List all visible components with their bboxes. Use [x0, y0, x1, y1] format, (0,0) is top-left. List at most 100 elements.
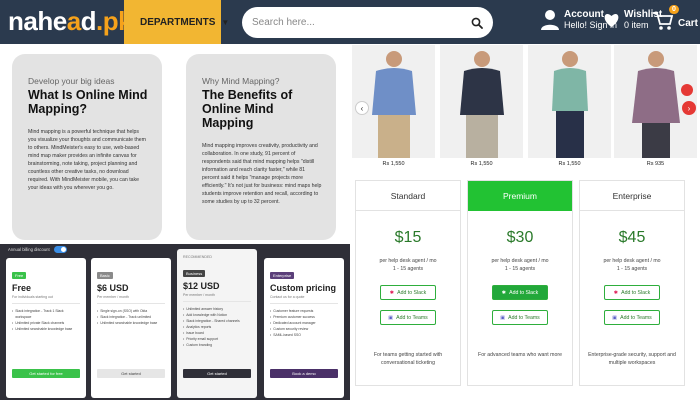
product-price: Rs 935: [646, 161, 665, 167]
search-button[interactable]: [466, 12, 487, 33]
departments-button[interactable]: DEPARTMENTS ▼: [124, 0, 229, 44]
add-to-slack-button[interactable]: ✱ Add to Slack: [492, 285, 548, 300]
plan-desc: per help desk agent / mo 1 - 15 agents: [468, 257, 572, 273]
product-image[interactable]: [528, 45, 611, 158]
divider: [12, 303, 80, 304]
plan-desc-line: 1 - 15 agents: [616, 266, 648, 272]
tier-sub: Contact us for a quote: [270, 295, 305, 299]
teams-icon: ▣: [612, 314, 618, 321]
get-started-free-button[interactable]: Get started for free: [12, 369, 80, 378]
get-started-basic-button[interactable]: Get started: [97, 369, 165, 378]
feature-text: Custom branding: [186, 343, 213, 347]
teams-icon: ▣: [388, 314, 394, 321]
cart-icon-wrap: 0: [652, 5, 679, 36]
tier-price: $12 USD: [183, 281, 220, 291]
product-price: Rs 1,550: [470, 161, 493, 167]
bullet-icon: •: [183, 343, 185, 347]
mindmap-card-what: Develop your big ideas What Is Online Mi…: [12, 54, 162, 240]
book-demo-button[interactable]: Book a demo: [270, 369, 338, 378]
plan-footer: Enterprise-grade security, support and m…: [588, 352, 676, 366]
cart-icon: [653, 12, 674, 30]
cart-link[interactable]: 0 Cart: [652, 5, 698, 36]
mindmap-title: The Benefits of Online Mind Mapping: [202, 88, 293, 130]
billing-toggle[interactable]: [53, 246, 67, 253]
feature-item: • Unlimited searchable knowledge base: [97, 320, 165, 326]
slack-icon: ✱: [501, 289, 507, 296]
tier-sub: Per member / month: [97, 295, 129, 299]
search-icon: [471, 17, 483, 29]
slack-icon: ✱: [389, 289, 395, 296]
chevron-left-icon: ‹: [360, 103, 364, 113]
button-label: Add to Slack: [621, 289, 651, 296]
product-image[interactable]: [440, 45, 523, 158]
logo-text-a: a: [66, 6, 81, 36]
plan-price: $15: [394, 229, 422, 246]
plan-card-enterprise: Enterprise $45 per help desk agent / mo …: [579, 180, 685, 386]
billing-toggle-row: Annual billing discount: [8, 246, 67, 253]
feature-text: Unlimited searchable knowledge base: [15, 327, 73, 331]
button-label: Add to Teams: [396, 314, 428, 321]
add-to-teams-button[interactable]: ▣ Add to Teams: [604, 310, 660, 325]
caret-down-icon: ▼: [221, 17, 230, 27]
departments-label: DEPARTMENTS: [140, 16, 216, 28]
carousel-next-button[interactable]: ›: [682, 101, 696, 115]
product-card[interactable]: Rs 1,550: [440, 45, 523, 173]
add-to-slack-button[interactable]: ✱ Add to Slack: [380, 285, 436, 300]
divider: [183, 301, 251, 302]
site-header: nahead.pk DEPARTMENTS ▼ Account Hello! S…: [0, 0, 700, 44]
button-label: Add to Teams: [620, 314, 652, 321]
plan-card-standard: Standard $15 per help desk agent / mo 1 …: [355, 180, 461, 386]
plan-desc-line: per help desk agent / mo: [379, 258, 437, 264]
tier-price: Free: [12, 283, 32, 293]
plan-card-premium: Premium $30 per help desk agent / mo 1 -…: [467, 180, 573, 386]
pricing-card-business: RECOMMENDED Business $12 USD Per member …: [177, 249, 257, 398]
billing-toggle-label: Annual billing discount: [8, 247, 50, 252]
feature-item: • Slack integration - Track 1 Slack works…: [12, 308, 80, 320]
plan-name: Premium: [468, 181, 572, 211]
bullet-icon: •: [270, 333, 272, 337]
mindmap-eyebrow: Develop your big ideas: [28, 76, 115, 86]
tier-sub: For individuals starting out: [12, 295, 53, 299]
feature-item: • Unlimited searchable knowledge base: [12, 326, 80, 332]
chevron-right-icon: ›: [687, 103, 691, 113]
divider: [270, 303, 338, 304]
model-figure: [552, 51, 588, 158]
search-input[interactable]: [242, 17, 457, 28]
plan-desc-line: per help desk agent / mo: [603, 258, 661, 264]
site-logo[interactable]: nahead.pk: [8, 6, 133, 37]
tier-price: $6 USD: [97, 283, 129, 293]
bullet-icon: •: [12, 327, 14, 331]
mindmap-body: Mind mapping improves creativity, produc…: [202, 143, 322, 205]
feature-text: Unlimited searchable knowledge base: [100, 321, 158, 325]
tier-price: Custom pricing: [270, 283, 337, 293]
tier-badge: Business: [183, 270, 206, 277]
feature-item: • Custom branding: [183, 342, 251, 348]
pricing-card-enterprise: Enterprise Custom pricing Contact us for…: [264, 258, 344, 398]
logo-text-d: d: [80, 6, 97, 36]
product-price: Rs 1,550: [558, 161, 581, 167]
heart-icon: [604, 14, 619, 27]
carousel-edge-indicator: [681, 84, 693, 96]
plan-desc-line: 1 - 15 agents: [504, 266, 536, 272]
product-card[interactable]: Rs 1,550: [528, 45, 611, 173]
bullet-icon: •: [12, 309, 14, 313]
get-started-business-button[interactable]: Get started: [183, 369, 251, 378]
add-to-slack-button[interactable]: ✱ Add to Slack: [604, 285, 660, 300]
plan-desc: per help desk agent / mo 1 - 15 agents: [356, 257, 460, 273]
plan-price: $45: [618, 229, 646, 246]
add-to-teams-button[interactable]: ▣ Add to Teams: [492, 310, 548, 325]
search-bar: [242, 7, 493, 38]
feature-text: SAML-based SSO: [273, 333, 301, 337]
tier-badge: Enterprise: [270, 272, 295, 279]
carousel-prev-button[interactable]: ‹: [355, 101, 369, 115]
slack-icon: ✱: [613, 289, 619, 296]
plan-price: $30: [506, 229, 534, 246]
mindmap-eyebrow: Why Mind Mapping?: [202, 76, 280, 86]
plan-desc-line: 1 - 15 agents: [392, 266, 424, 272]
mindmap-body: Mind mapping is a powerful technique tha…: [28, 129, 146, 191]
feature-item: • SAML-based SSO: [270, 332, 338, 338]
button-label: Add to Teams: [508, 314, 540, 321]
product-price: Rs 1,550: [382, 161, 405, 167]
add-to-teams-button[interactable]: ▣ Add to Teams: [380, 310, 436, 325]
tier-badge: Basic: [97, 272, 113, 279]
